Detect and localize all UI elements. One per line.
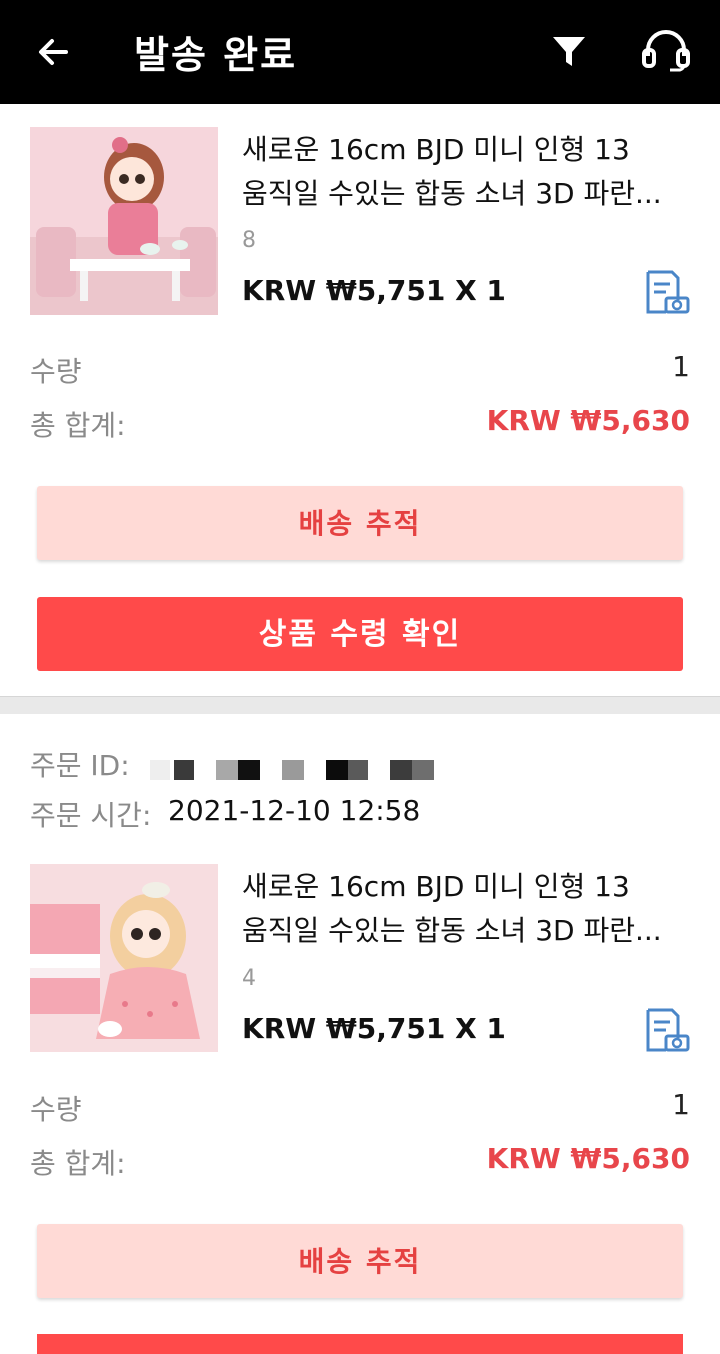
product-image[interactable] <box>30 864 218 1052</box>
unit-price: KRW ₩5,751 X 1 <box>242 274 506 307</box>
order-time-value: 2021-12-10 12:58 <box>168 794 421 827</box>
order-card: 새로운 16cm BJD 미니 인형 13 움직일 수있는 합동 소녀 3D 파… <box>0 104 720 696</box>
product-name[interactable]: 새로운 16cm BJD 미니 인형 13 움직일 수있는 합동 소녀 3D 파… <box>242 865 692 953</box>
card-separator <box>0 696 720 715</box>
product-image[interactable] <box>30 127 218 315</box>
total-label: 총 합계: <box>30 1147 126 1180</box>
track-shipment-button[interactable]: 배송 추적 <box>37 486 683 560</box>
total-label: 총 합계: <box>30 409 126 442</box>
redacted-order-id <box>150 760 440 780</box>
quantity-label: 수량 <box>30 355 82 388</box>
total-value: KRW ₩5,630 <box>486 1142 690 1175</box>
top-app-bar: 발송 완료 <box>0 0 720 104</box>
quantity-value: 1 <box>672 350 690 383</box>
quantity-label: 수량 <box>30 1093 82 1126</box>
total-value: KRW ₩5,630 <box>486 404 690 437</box>
product-name[interactable]: 새로운 16cm BJD 미니 인형 13 움직일 수있는 합동 소녀 3D 파… <box>242 128 692 216</box>
track-shipment-button[interactable]: 배송 추적 <box>37 1224 683 1298</box>
quantity-value: 1 <box>672 1088 690 1121</box>
receipt-photo-icon[interactable] <box>644 1008 690 1052</box>
product-variant: 8 <box>242 228 256 253</box>
order-id-label: 주문 ID: <box>30 749 130 782</box>
arrow-left-icon[interactable] <box>32 30 76 74</box>
filter-icon[interactable] <box>550 32 588 72</box>
page-title: 발송 완료 <box>134 33 298 77</box>
unit-price: KRW ₩5,751 X 1 <box>242 1012 506 1045</box>
receipt-photo-icon[interactable] <box>644 270 690 314</box>
order-card: 주문 ID: 주문 시간: 2021-12-10 12:58 새로운 16cm … <box>0 714 720 1354</box>
confirm-receipt-button-partial[interactable] <box>37 1334 683 1354</box>
confirm-receipt-button[interactable]: 상품 수령 확인 <box>37 597 683 671</box>
headset-icon[interactable] <box>640 26 692 76</box>
product-variant: 4 <box>242 966 256 991</box>
order-time-label: 주문 시간: <box>30 799 152 832</box>
